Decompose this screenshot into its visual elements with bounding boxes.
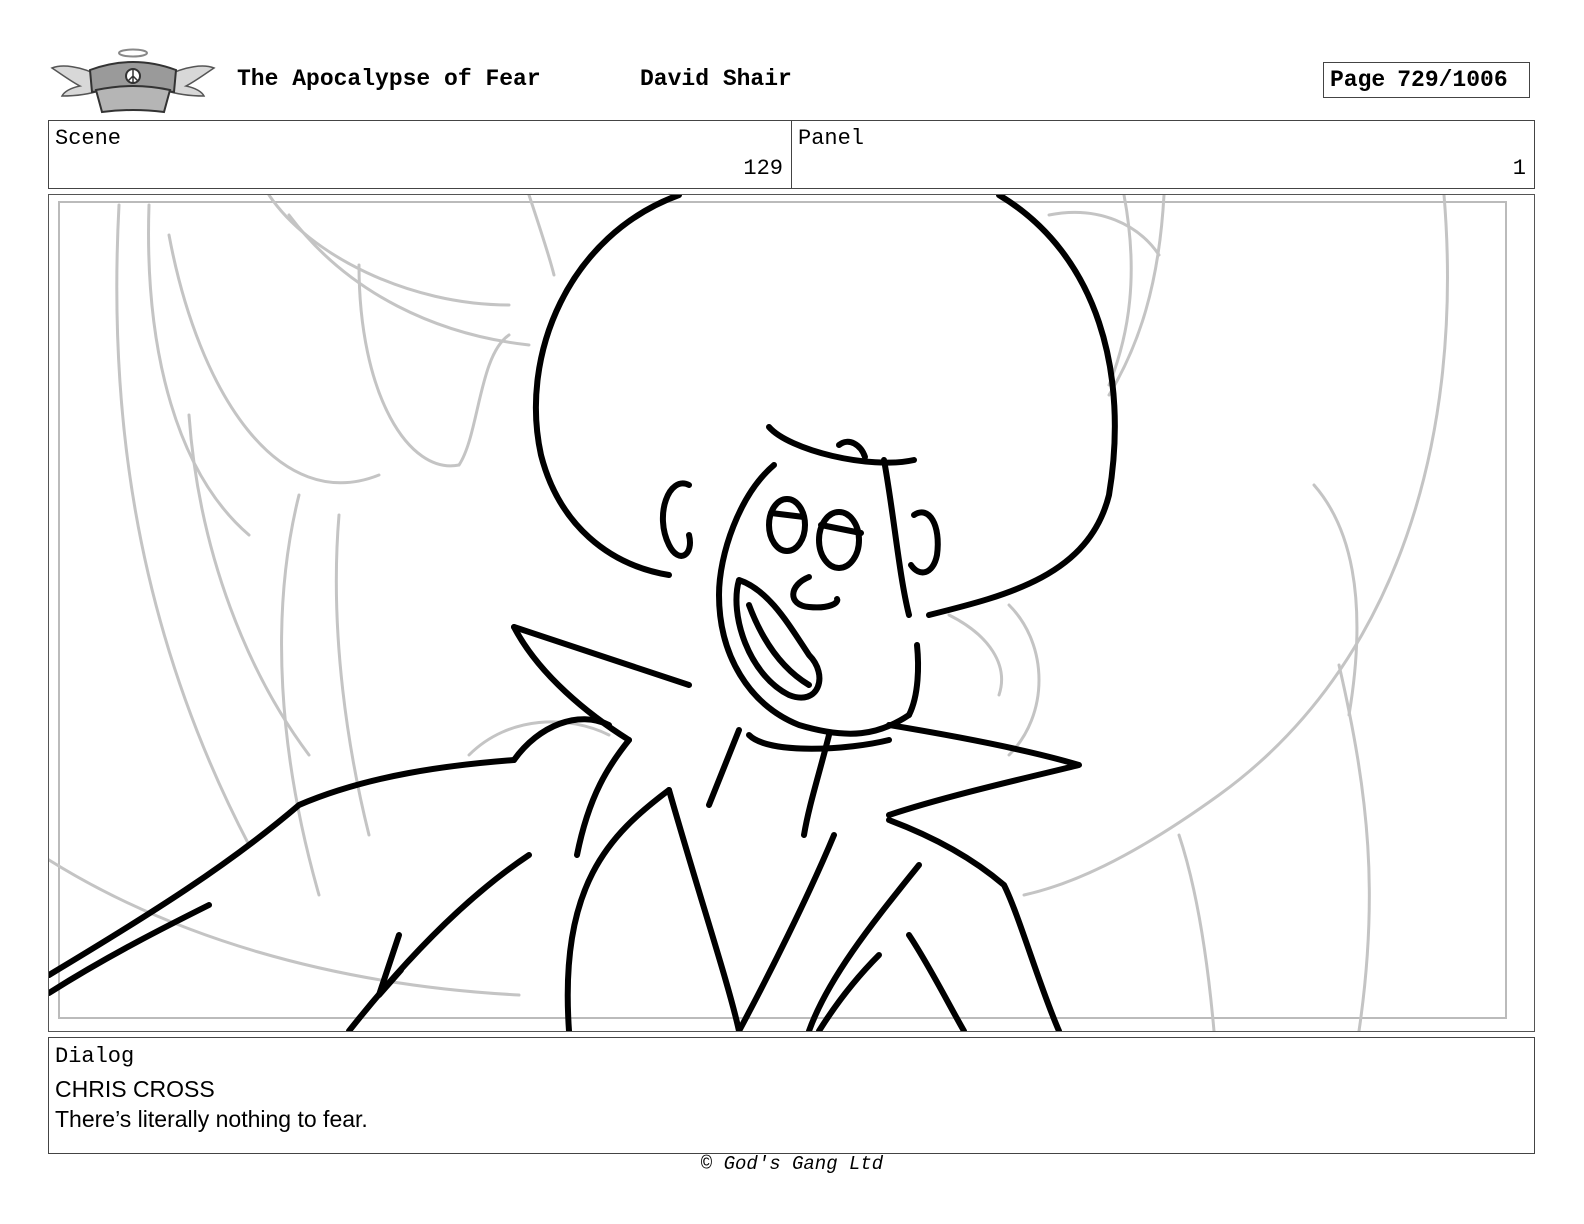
dialog-box: Dialog CHRIS CROSS There’s literally not… [48,1037,1535,1154]
dialog-line: There’s literally nothing to fear. [55,1106,368,1132]
copyright-footer: © God's Gang Ltd [700,1153,884,1175]
page-indicator: Page 729/1006 [1323,62,1530,98]
panel-cell: Panel 1 [792,121,1534,188]
author-name: David Shair [640,66,792,92]
storyboard-frame [48,194,1535,1032]
scene-label: Scene [55,126,122,151]
scene-cell: Scene 129 [49,121,792,188]
page-label: Page [1330,67,1386,93]
scene-number: 129 [743,156,783,181]
dialog-label: Dialog [55,1044,135,1069]
storyboard-title: The Apocalypse of Fear [237,66,541,92]
scene-panel-row: Scene 129 Panel 1 [48,120,1535,189]
sketch-drawing [49,195,1507,1031]
gods-gang-logo [50,46,216,116]
dialog-speaker: CHRIS CROSS [55,1076,215,1102]
panel-label: Panel [798,126,865,151]
page-number: 729/1006 [1397,67,1508,93]
panel-number: 1 [1512,156,1526,181]
